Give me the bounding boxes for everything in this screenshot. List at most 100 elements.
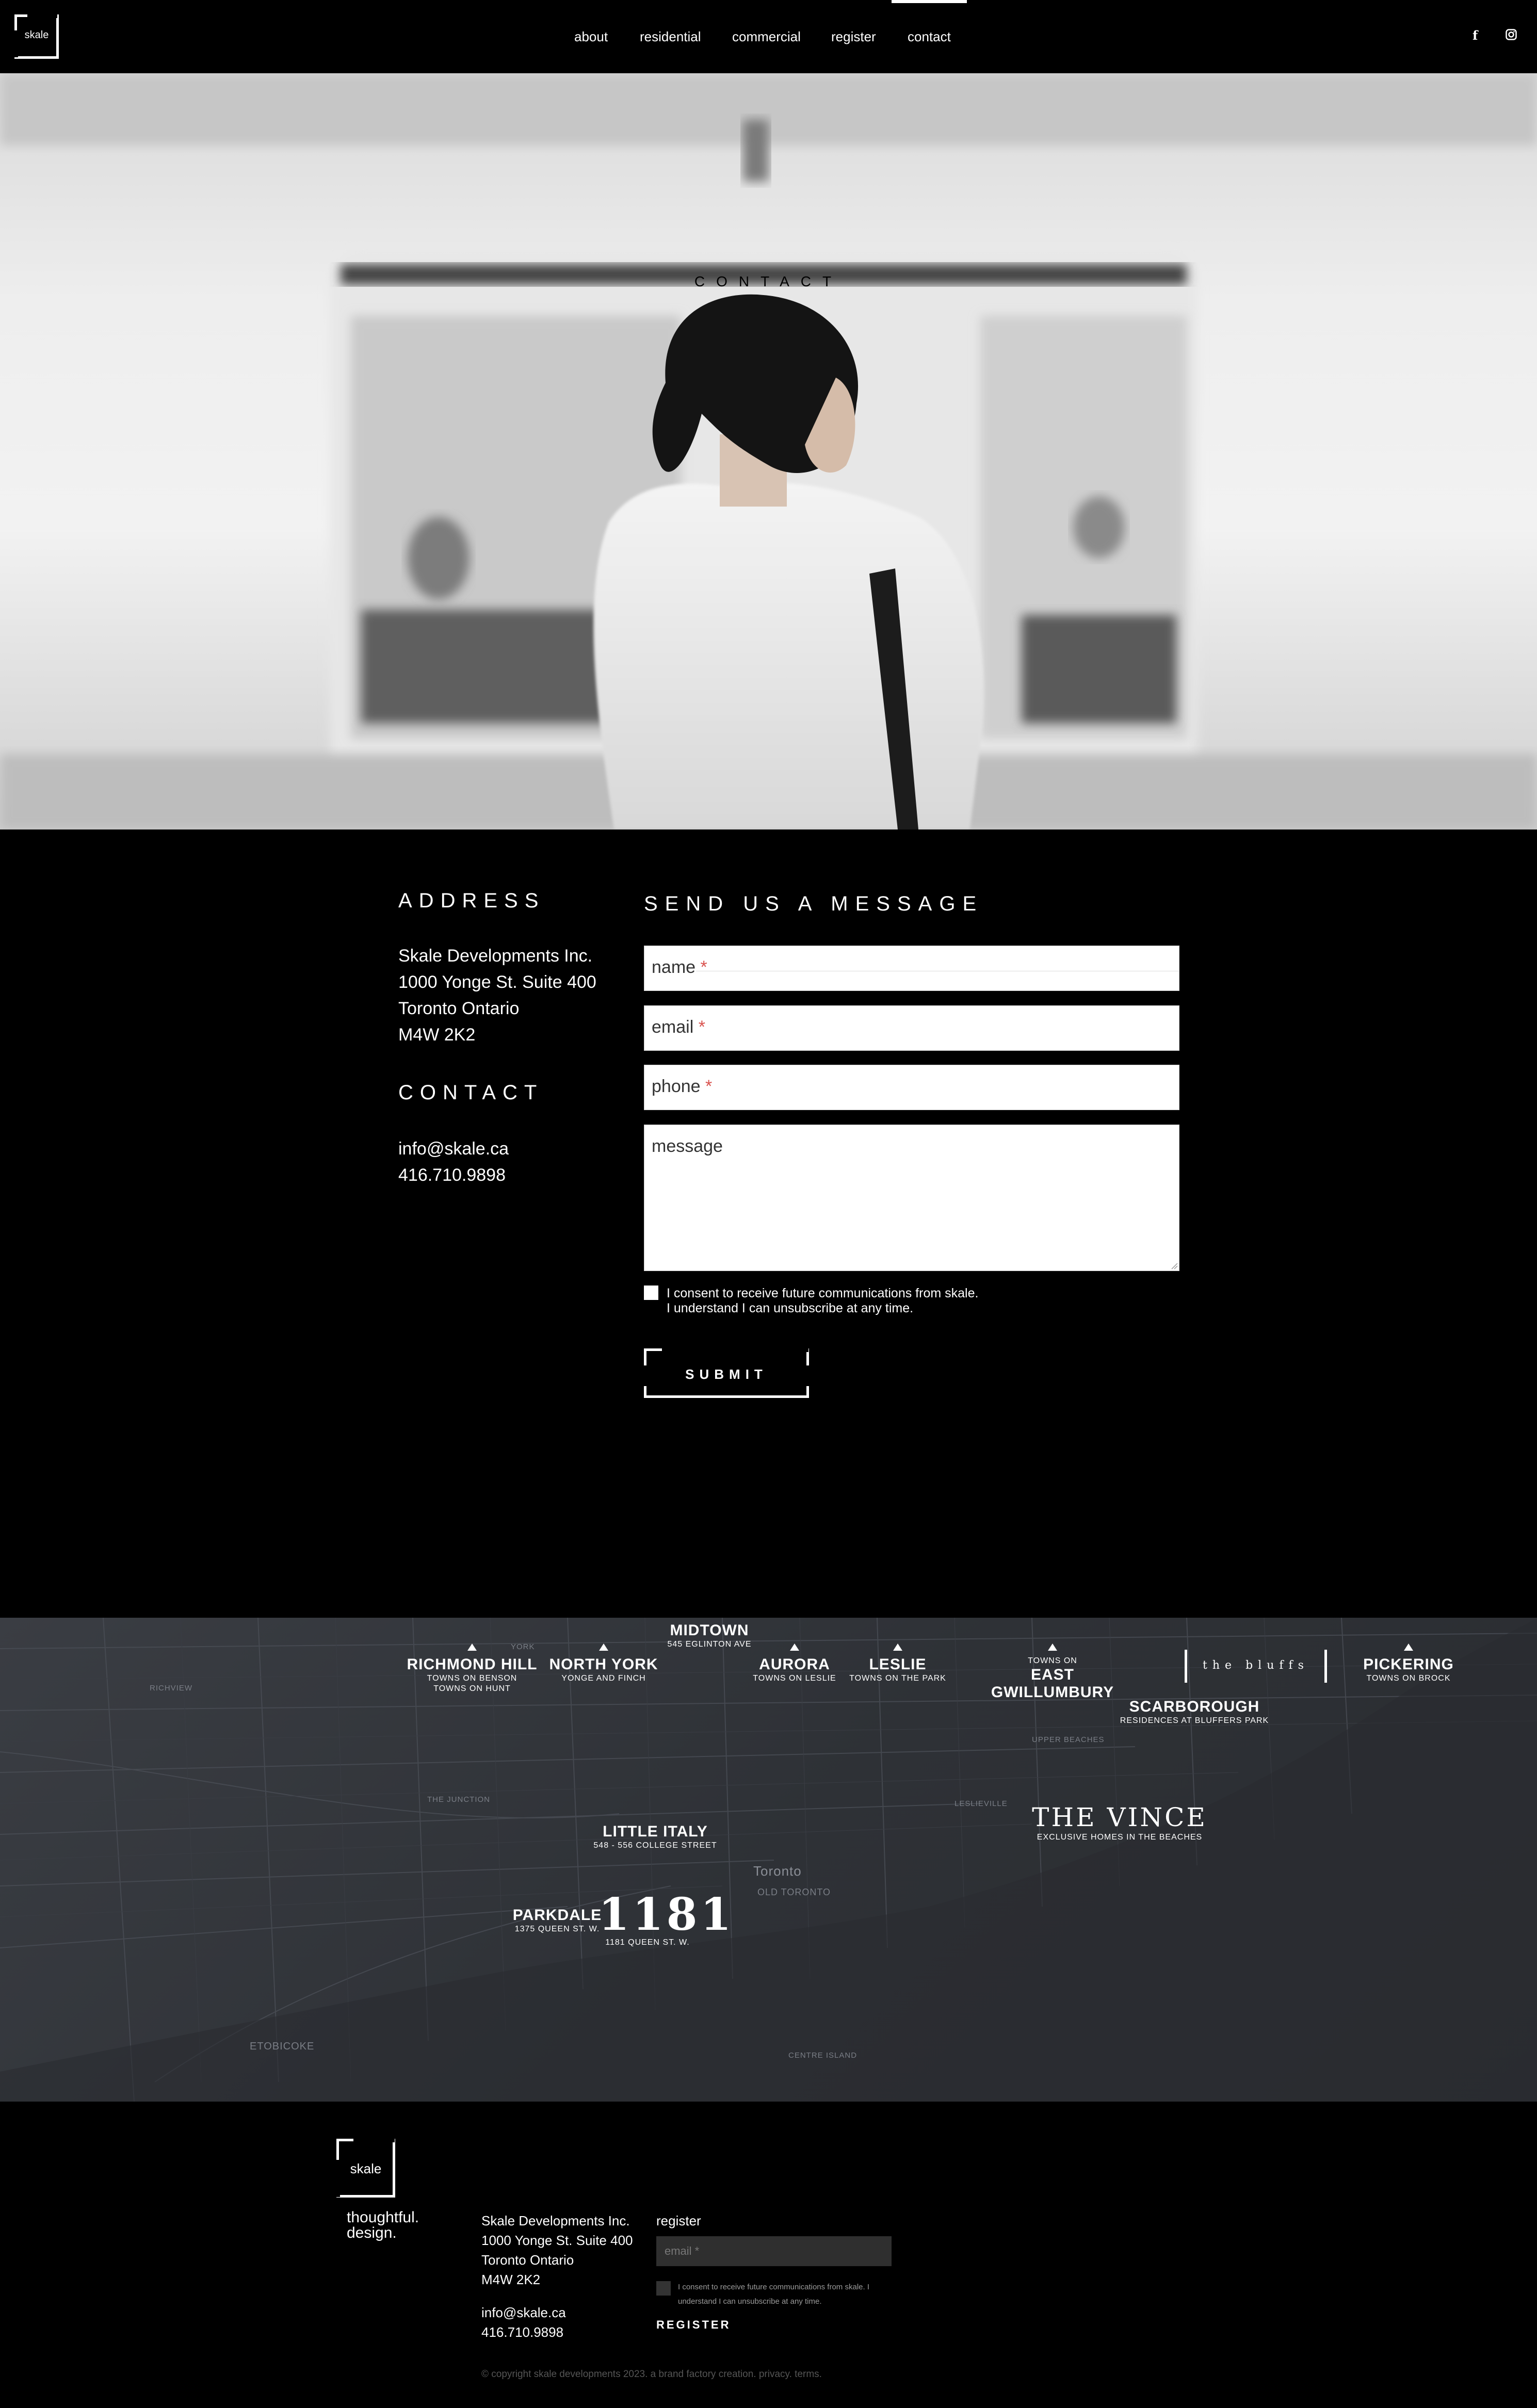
skale-logo[interactable]: skale (14, 14, 59, 59)
address-line: Skale Developments Inc. (398, 946, 593, 966)
resize-handle-icon[interactable] (1171, 1262, 1178, 1270)
footer-copyright: © copyright skale developments 2023. a b… (481, 2369, 822, 2380)
consent-line: I consent to receive future communicatio… (667, 1286, 979, 1300)
map-street-label: THE JUNCTION (427, 1795, 490, 1804)
site-header: skale about residential commercial regis… (0, 0, 1537, 73)
footer-address-line: M4W 2K2 (481, 2272, 541, 2287)
consent-checkbox[interactable] (644, 1286, 658, 1300)
contact-heading: CONTACT (398, 1081, 544, 1104)
location-little-italy[interactable]: LITTLE ITALY 548 - 556 COLLEGE STREET (578, 1823, 733, 1851)
location-north-york[interactable]: NORTH YORK YONGE AND FINCH (547, 1644, 660, 1684)
location-sub: 1181 QUEEN ST. W. (605, 1938, 690, 1947)
location-name: THE VINCE (1032, 1802, 1207, 1832)
submit-label: SUBMIT (685, 1366, 768, 1382)
locations-map: Toronto OLD TORONTO ETOBICOKE RICHVIEW T… (0, 1618, 1537, 2102)
street-grid-illustration (0, 1618, 1537, 2102)
subway-scene-illustration (0, 73, 1537, 829)
marker-triangle-icon (599, 1644, 608, 1651)
footer-email-link[interactable]: info@skale.ca (481, 2303, 566, 2322)
map-street-label: OLD TORONTO (757, 1887, 831, 1897)
email-input[interactable]: email * (644, 1005, 1179, 1051)
nav-residential[interactable]: residential (640, 29, 701, 45)
required-mark: * (700, 957, 707, 977)
location-sub: EXCLUSIVE HOMES IN THE BEACHES (1037, 1833, 1203, 1842)
instagram-icon[interactable] (1506, 29, 1517, 44)
marker-triangle-icon (1048, 1644, 1057, 1651)
address-heading: ADDRESS (398, 889, 545, 912)
hero-title: CONTACT (694, 273, 843, 289)
hero-photo: CONTACT (0, 73, 1537, 829)
submit-button[interactable]: SUBMIT (643, 1348, 810, 1398)
footer-address-line: Skale Developments Inc. (481, 2213, 630, 2228)
map-street-label: UPPER BEACHES (1032, 1735, 1105, 1744)
location-name: the bluffs (1203, 1659, 1309, 1672)
address-line: Toronto Ontario (398, 999, 520, 1018)
location-leslie[interactable]: LESLIE TOWNS ON THE PARK (841, 1644, 954, 1684)
location-name: PARKDALE (512, 1907, 602, 1924)
facebook-icon[interactable]: f (1473, 28, 1478, 43)
footer-email-placeholder: email * (665, 2244, 700, 2257)
message-label: message (652, 1136, 723, 1156)
name-input[interactable]: name * (644, 946, 1179, 991)
marker-triangle-icon (1404, 1644, 1413, 1651)
footer-address-line: 1000 Yonge St. Suite 400 (481, 2233, 633, 2248)
location-name: 1181 (598, 1889, 735, 1941)
marker-triangle-icon (790, 1644, 799, 1651)
footer-phone-link[interactable]: 416.710.9898 (481, 2322, 563, 2342)
marker-triangle-icon (893, 1644, 902, 1651)
map-street-label: CENTRE ISLAND (788, 2051, 858, 2060)
location-parkdale[interactable]: PARKDALE 1375 QUEEN ST. W. (506, 1907, 609, 1934)
location-aurora[interactable]: AURORA TOWNS ON LESLIE (743, 1644, 846, 1684)
message-textarea[interactable]: message (644, 1125, 1179, 1271)
address-line: 1000 Yonge St. Suite 400 (398, 972, 596, 992)
location-name: EAST GWILLUMBURY (991, 1666, 1114, 1701)
location-sub: TOWNS ON THE PARK (849, 1674, 946, 1683)
phone-label: phone (652, 1077, 701, 1096)
location-sub: TOWNS ON (1028, 1656, 1077, 1665)
footer-email-input[interactable]: email * (656, 2236, 892, 2266)
location-pickering[interactable]: PICKERING TOWNS ON BROCK (1352, 1644, 1465, 1684)
required-mark: * (698, 1017, 705, 1037)
map-street-label: LESLIEVILLE (954, 1799, 1008, 1808)
location-richmond-hill[interactable]: RICHMOND HILL TOWNS ON BENSON TOWNS ON H… (402, 1644, 542, 1694)
location-the-vince[interactable]: THE VINCE EXCLUSIVE HOMES IN THE BEACHES (1011, 1802, 1228, 1843)
marker-triangle-icon (467, 1644, 477, 1651)
nav-register[interactable]: register (831, 29, 876, 45)
location-name: NORTH YORK (549, 1656, 658, 1673)
location-name: RICHMOND HILL (407, 1656, 538, 1673)
email-label: email (652, 1017, 694, 1037)
location-sub: TOWNS ON BROCK (1366, 1674, 1451, 1683)
location-name: MIDTOWN (670, 1622, 749, 1639)
location-sub: TOWNS ON LESLIE (753, 1674, 836, 1683)
address-line: M4W 2K2 (398, 1025, 476, 1045)
footer-consent-line: understand I can unsubscribe at any time… (678, 2297, 822, 2306)
footer-consent-checkbox[interactable] (656, 2281, 671, 2296)
location-name: LITTLE ITALY (603, 1823, 708, 1840)
location-1181[interactable]: 1181 1181 QUEEN ST. W. (598, 1889, 735, 1948)
location-name: LESLIE (869, 1656, 927, 1673)
footer-register-label: register (656, 2213, 701, 2228)
nav-commercial[interactable]: commercial (732, 29, 801, 45)
location-sub: YONGE AND FINCH (561, 1674, 646, 1683)
nav-about[interactable]: about (574, 29, 608, 45)
location-east-gwillumbury[interactable]: TOWNS ON EAST GWILLUMBURY (970, 1644, 1135, 1701)
map-street-label: Toronto (753, 1863, 802, 1879)
location-the-bluffs[interactable]: the bluffs (1185, 1650, 1327, 1683)
footer-consent-line: I consent to receive future communicatio… (678, 2283, 869, 2291)
name-label: name (652, 957, 696, 977)
map-street-label: RICHVIEW (150, 1684, 192, 1693)
footer-tagline: thoughtful. (347, 2209, 419, 2226)
nav-active-indicator (892, 0, 967, 3)
location-sub: 1375 QUEEN ST. W. (514, 1925, 600, 1933)
location-scarborough[interactable]: SCARBOROUGH RESIDENCES AT BLUFFERS PARK (1114, 1698, 1274, 1726)
contact-phone-link[interactable]: 416.710.9898 (398, 1162, 506, 1189)
map-street-label: ETOBICOKE (250, 2041, 315, 2052)
footer-address-line: Toronto Ontario (481, 2252, 574, 2268)
phone-input[interactable]: phone * (644, 1065, 1179, 1110)
contact-email-link[interactable]: info@skale.ca (398, 1136, 509, 1162)
nav-contact[interactable]: contact (908, 29, 951, 45)
location-name: SCARBOROUGH (1129, 1698, 1260, 1715)
required-mark: * (705, 1077, 713, 1096)
footer-skale-logo[interactable]: skale (336, 2138, 395, 2198)
footer-register-button[interactable]: REGISTER (656, 2315, 731, 2335)
